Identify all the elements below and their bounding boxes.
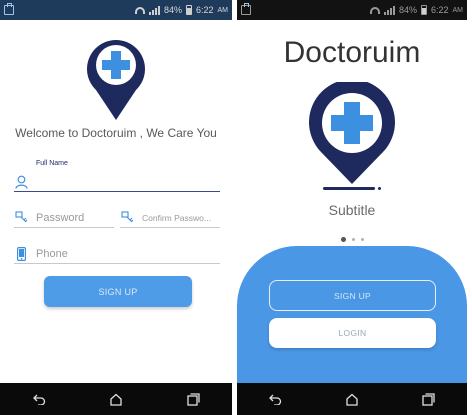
notification-icon (241, 3, 251, 15)
login-button[interactable]: LOGIN (269, 318, 436, 348)
battery-percent: 84% (163, 5, 182, 15)
page-indicator (237, 237, 467, 242)
key-icon (120, 211, 134, 225)
signup-screen: 84% 6:22 AM Welcome to Doctoruim , We Ca… (0, 0, 232, 415)
status-bar: 84% 6:22 AM (0, 0, 232, 20)
battery-percent: 84% (398, 5, 417, 15)
logo-pin-icon (84, 34, 148, 127)
phone-field[interactable]: Phone (14, 244, 220, 264)
wifi-icon (134, 6, 145, 14)
clock: 6:22 (195, 5, 214, 15)
logo-pin-base (323, 187, 375, 190)
subtitle: Subtitle (328, 202, 376, 218)
user-icon (14, 175, 28, 189)
clock-ampm: AM (217, 6, 229, 14)
landing-screen: 84% 6:22 AM Doctoruim Subtitle SIGN UP L… (237, 0, 467, 415)
password-field[interactable]: Password (14, 208, 114, 228)
logo-pin-dot (378, 187, 381, 190)
recents-icon[interactable] (419, 389, 439, 409)
password-placeholder: Password (36, 211, 85, 224)
action-panel (237, 246, 467, 383)
signup-button[interactable]: SIGN UP (44, 276, 192, 307)
home-icon[interactable] (106, 389, 126, 409)
home-icon[interactable] (342, 389, 362, 409)
back-icon[interactable] (29, 389, 49, 409)
status-bar: 84% 6:22 AM (237, 0, 467, 20)
back-icon[interactable] (265, 389, 285, 409)
wifi-icon (369, 6, 380, 14)
battery-icon (185, 5, 192, 15)
logo-pin-icon (304, 79, 400, 191)
notification-icon (4, 3, 14, 15)
signal-icon (148, 5, 160, 15)
clock: 6:22 (430, 5, 449, 15)
confirm-password-placeholder: Confirm Passwo... (142, 212, 211, 223)
welcome-text: Welcome to Doctoruim , We Care You (15, 126, 217, 140)
page-dot[interactable] (340, 237, 346, 242)
confirm-password-field[interactable]: Confirm Passwo... (120, 208, 220, 228)
full-name-label: Full Name (36, 160, 68, 167)
key-icon (14, 211, 28, 225)
page-dot[interactable] (351, 238, 355, 241)
phone-icon (14, 246, 28, 261)
page-margin (467, 0, 472, 415)
phone-placeholder: Phone (36, 247, 68, 260)
battery-icon (420, 5, 427, 15)
app-title: Doctoruim (283, 36, 421, 69)
full-name-field[interactable] (14, 172, 220, 192)
signup-button[interactable]: SIGN UP (269, 280, 436, 311)
nav-bar (0, 383, 232, 415)
nav-bar (237, 383, 467, 415)
page-dot[interactable] (360, 238, 364, 241)
recents-icon[interactable] (183, 389, 203, 409)
signal-icon (383, 5, 395, 15)
clock-ampm: AM (452, 6, 464, 14)
